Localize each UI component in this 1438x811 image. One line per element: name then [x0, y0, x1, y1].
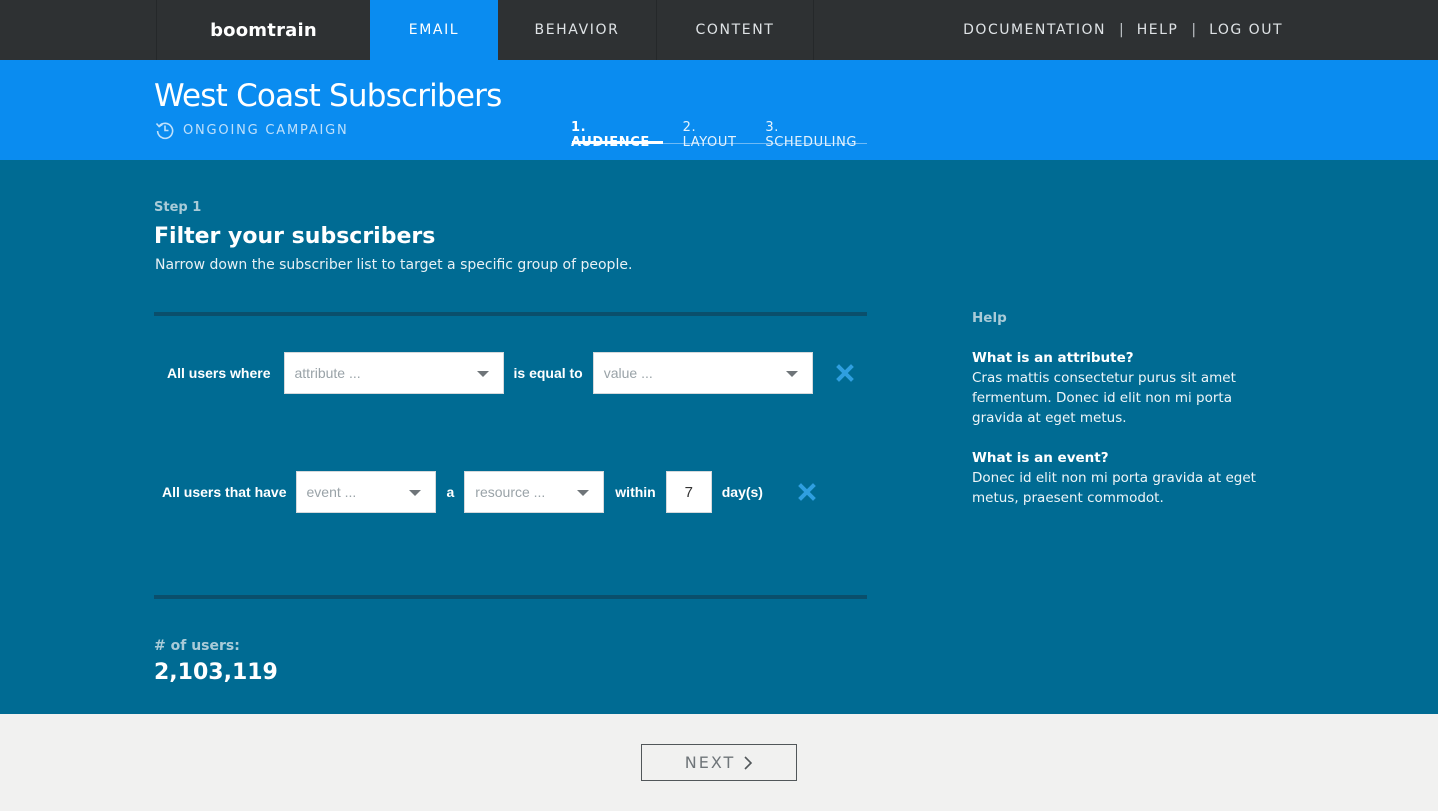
- users-count-label: # of users:: [154, 638, 240, 654]
- next-button-label: NEXT: [684, 753, 736, 772]
- help-link[interactable]: HELP: [1137, 22, 1179, 38]
- value-select[interactable]: value ...: [592, 352, 813, 394]
- help-answer: Donec id elit non mi porta gravida at eg…: [972, 470, 1256, 506]
- main-panel: Step 1 Filter your subscribers Narrow do…: [0, 160, 1438, 714]
- help-question: What is an event?: [972, 450, 1109, 466]
- resource-select-placeholder: resource ...: [475, 484, 546, 500]
- chevron-down-icon: [476, 371, 489, 377]
- users-count-value: 2,103,119: [154, 660, 278, 685]
- divider: [154, 312, 867, 316]
- event-row-prefix: All users that have: [162, 484, 287, 500]
- top-navigation-bar: boomtrain EMAIL BEHAVIOR CONTENT DOCUMEN…: [0, 0, 1438, 60]
- top-links: DOCUMENTATION | HELP | LOG OUT: [963, 0, 1283, 60]
- step-layout[interactable]: 2. LAYOUT: [683, 120, 750, 150]
- help-answer: Cras mattis consectetur purus sit amet f…: [972, 370, 1236, 426]
- event-filter-row: All users that have event ... a resource…: [162, 471, 818, 513]
- history-icon: [155, 122, 174, 140]
- connector-label: a: [446, 484, 455, 500]
- help-question: What is an attribute?: [972, 350, 1134, 366]
- remove-attribute-filter-icon[interactable]: [834, 362, 856, 384]
- chevron-down-icon: [577, 490, 590, 496]
- step-audience[interactable]: 1. AUDIENCE: [571, 120, 663, 150]
- log-out-link[interactable]: LOG OUT: [1209, 22, 1283, 38]
- attribute-select-placeholder: attribute ...: [294, 365, 361, 381]
- section-description: Narrow down the subscriber list to targe…: [155, 257, 633, 273]
- section-title: Filter your subscribers: [154, 224, 436, 249]
- help-title: Help: [972, 310, 1007, 326]
- chevron-down-icon: [408, 490, 421, 496]
- campaign-type-label: ONGOING CAMPAIGN: [183, 122, 349, 138]
- tab-email[interactable]: EMAIL: [370, 0, 498, 60]
- attribute-filter-row: All users where attribute ... is equal t…: [167, 352, 856, 394]
- documentation-link[interactable]: DOCUMENTATION: [963, 22, 1106, 38]
- operator-label: is equal to: [513, 365, 583, 381]
- attribute-row-prefix: All users where: [167, 365, 271, 381]
- remove-event-filter-icon[interactable]: [796, 481, 818, 503]
- help-panel: Help What is an attribute? Cras mattis c…: [972, 308, 1262, 528]
- attribute-select[interactable]: attribute ...: [283, 352, 504, 394]
- value-select-placeholder: value ...: [603, 365, 653, 381]
- days-unit-label: day(s): [721, 484, 763, 500]
- brand-logo[interactable]: boomtrain: [156, 0, 370, 60]
- chevron-down-icon: [785, 371, 798, 377]
- divider: [154, 595, 867, 599]
- campaign-type: ONGOING CAMPAIGN: [155, 120, 349, 140]
- campaign-header: West Coast Subscribers ONGOING CAMPAIGN …: [0, 60, 1438, 160]
- next-button[interactable]: NEXT: [641, 744, 797, 781]
- within-label: within: [615, 484, 656, 500]
- link-separator: |: [1191, 22, 1197, 38]
- tab-behavior[interactable]: BEHAVIOR: [498, 0, 657, 60]
- step-label: Step 1: [154, 200, 202, 215]
- step-scheduling[interactable]: 3. SCHEDULING: [765, 120, 867, 150]
- page-title: West Coast Subscribers: [154, 78, 502, 114]
- resource-select[interactable]: resource ...: [464, 471, 605, 513]
- chevron-right-icon: [744, 755, 753, 770]
- event-select[interactable]: event ...: [295, 471, 436, 513]
- event-select-placeholder: event ...: [306, 484, 357, 500]
- days-input[interactable]: 7: [665, 471, 712, 513]
- tab-content[interactable]: CONTENT: [657, 0, 814, 60]
- wizard-steps: 1. AUDIENCE 2. LAYOUT 3. SCHEDULING: [571, 120, 867, 150]
- link-separator: |: [1119, 22, 1124, 38]
